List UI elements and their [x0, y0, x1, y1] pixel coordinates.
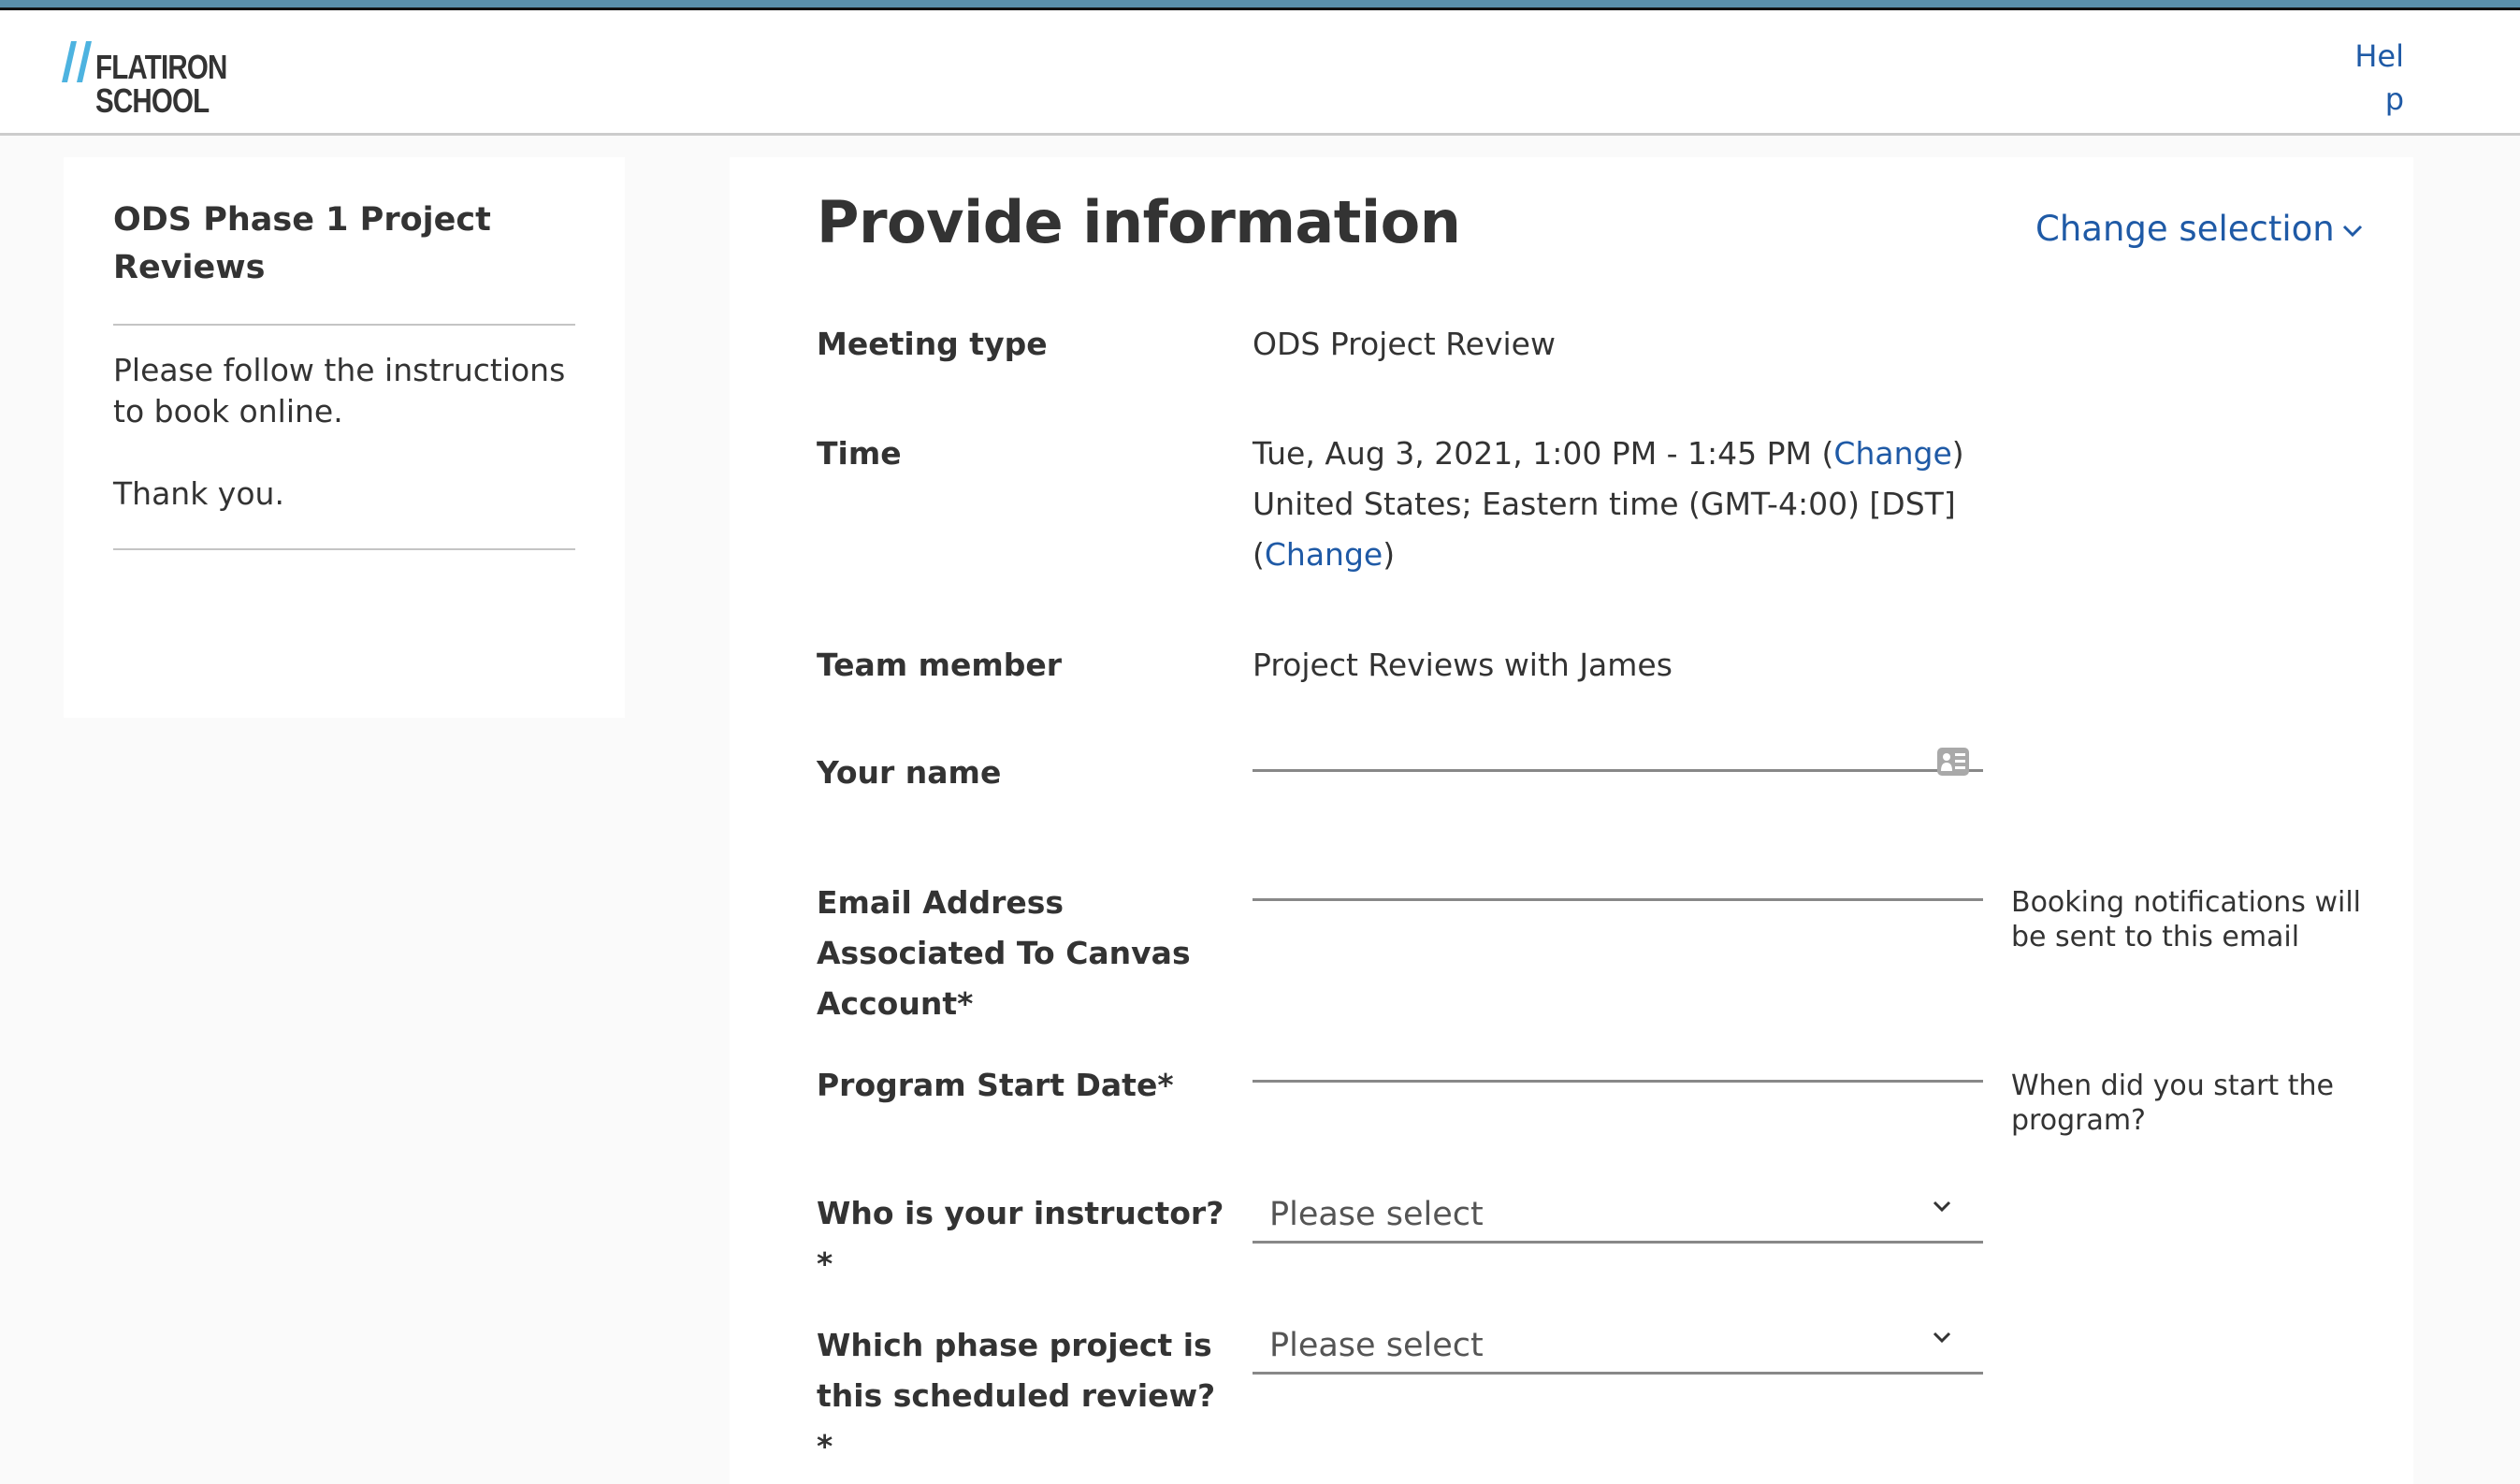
chevron-down-icon [2342, 225, 2362, 237]
logo-slashes-icon [62, 41, 92, 82]
change-timezone-link[interactable]: Change [1265, 536, 1383, 573]
team-member-value: Project Reviews with James [1253, 647, 1673, 683]
instructor-select[interactable]: Please select [1253, 1186, 1983, 1244]
time-value-line: Tue, Aug 3, 2021, 1:00 PM - 1:45 PM (Cha… [1253, 429, 1964, 479]
top-accent-stripe [0, 0, 2520, 7]
timezone-close-paren: ) [1383, 536, 1396, 573]
sidebar-instructions: Please follow the instructions to book o… [113, 352, 566, 429]
logo-line-2: SCHOOL [95, 81, 210, 120]
chevron-down-icon [1933, 1331, 1951, 1344]
phase-project-label: Which phase project is this scheduled re… [817, 1327, 1216, 1464]
email-label: Email Address Associated To Canvas Accou… [817, 884, 1191, 1022]
booking-form-card: Provide information Change selection Mee… [730, 157, 2413, 1484]
page-title: Provide information [817, 188, 1461, 256]
change-selection-label: Change selection [2035, 209, 2335, 249]
service-title: ODS Phase 1 Project Reviews [113, 201, 491, 286]
sidebar-card: ODS Phase 1 Project Reviews Please follo… [64, 157, 625, 718]
logo-wordmark: FLATIRON SCHOOL [95, 48, 227, 120]
sidebar-divider-top [113, 324, 575, 326]
team-member-label: Team member [817, 647, 1063, 683]
flatiron-school-logo[interactable]: FLATIRON SCHOOL [62, 32, 230, 118]
email-input[interactable] [1253, 848, 1983, 901]
email-helper-text: Booking notifications will be sent to th… [2011, 886, 2362, 953]
program-start-date-label: Program Start Date* [817, 1067, 1174, 1103]
your-name-label: Your name [817, 754, 1002, 791]
sidebar-divider-bottom [113, 548, 575, 550]
meeting-type-label: Meeting type [817, 326, 1048, 362]
sidebar-closing: Thank you. [113, 475, 284, 512]
timezone-value: United States; Eastern time (GMT-4:00) [… [1253, 486, 1956, 522]
time-label: Time [817, 435, 902, 472]
change-selection-button[interactable]: Change selection [2035, 206, 2363, 253]
instructor-label: Who is your instructor?* [817, 1195, 1224, 1282]
instructor-selected-value: Please select [1269, 1196, 1484, 1233]
start-date-helper-text: When did you start the program? [2011, 1069, 2334, 1137]
phase-project-select[interactable]: Please select [1253, 1317, 1983, 1375]
your-name-input[interactable] [1253, 719, 1983, 772]
site-header: FLATIRON SCHOOL Help [0, 10, 2520, 136]
phase-selected-value: Please select [1269, 1327, 1484, 1364]
meeting-type-value: ODS Project Review [1253, 326, 1556, 362]
logo-line-1: FLATIRON [95, 48, 227, 86]
time-close-paren: ) [1951, 435, 1964, 472]
program-start-date-input[interactable] [1253, 1029, 1983, 1083]
change-time-link[interactable]: Change [1833, 435, 1951, 472]
chevron-down-icon [1933, 1200, 1951, 1213]
contact-card-icon[interactable] [1937, 748, 1969, 776]
help-link[interactable]: Help [2339, 35, 2404, 121]
timezone-open-paren: ( [1253, 536, 1265, 573]
time-value: Tue, Aug 3, 2021, 1:00 PM - 1:45 PM ( [1253, 435, 1834, 472]
timezone-change-line: (Change) [1253, 530, 1395, 580]
